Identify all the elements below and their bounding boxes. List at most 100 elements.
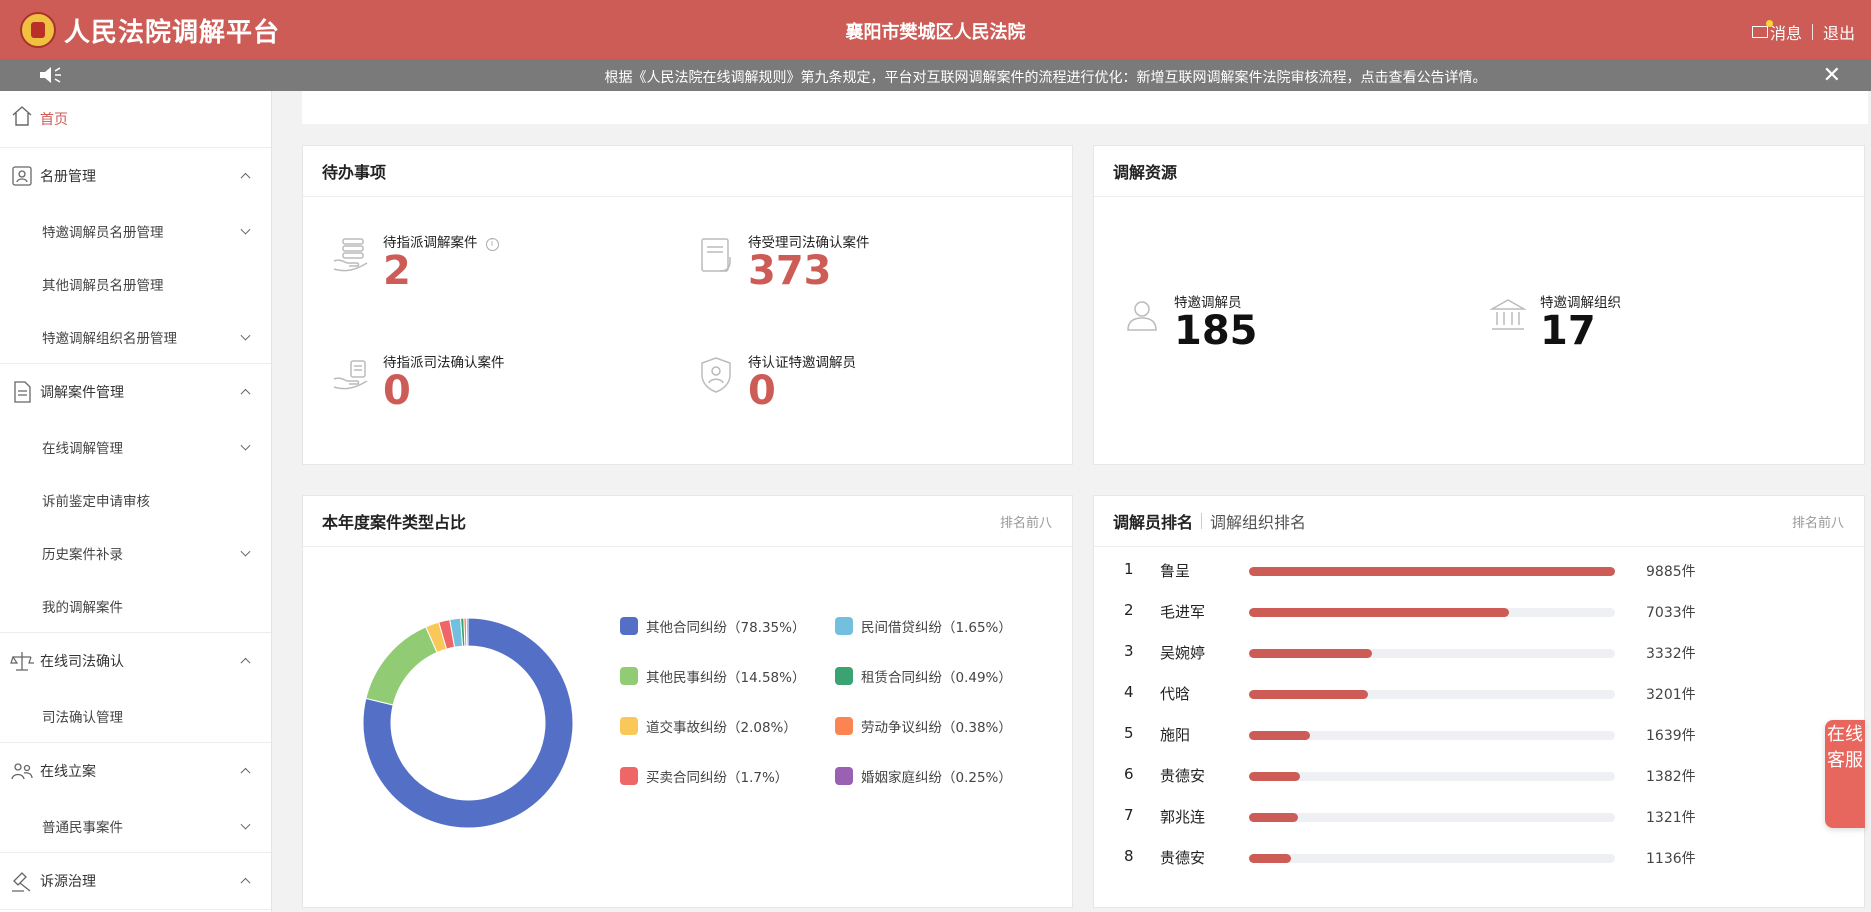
message-icon[interactable] xyxy=(1751,20,1773,38)
rank-bar-track xyxy=(1249,690,1615,699)
sidebar: 首页 名册管理特邀调解员名册管理其他调解员名册管理 特邀调解组织名册管理调解案件管… xyxy=(0,91,272,912)
legend-item[interactable]: 劳动争议纠纷（0.38%） xyxy=(835,716,1012,736)
rank-number: 6 xyxy=(1124,765,1134,783)
tab-mediator-ranking[interactable]: 调解员排名 xyxy=(1113,509,1193,533)
rank-number: 2 xyxy=(1124,601,1134,619)
legend-label: 劳动争议纠纷（0.38%） xyxy=(861,720,1012,736)
sidebar-group-header[interactable]: 在线立案 xyxy=(0,743,271,799)
rank-bar-fill xyxy=(1249,649,1373,658)
case-count: 1382件 xyxy=(1646,769,1696,785)
ranking-list: 1 鲁呈 9885件 2 毛进军 7033件 3 吴婉婷 3332件 4 代晗 3201件 5 施阳 163… xyxy=(1094,550,1864,890)
chevron-up-icon xyxy=(240,388,251,399)
tab-divider xyxy=(1201,513,1203,529)
sidebar-group: 在线司法确认 司法确认管理 xyxy=(0,633,271,743)
person-icon xyxy=(1127,301,1157,331)
rank-bar-track xyxy=(1249,813,1615,822)
legend-label: 其他合同纠纷（78.35%） xyxy=(646,620,806,636)
rank-number: 4 xyxy=(1124,683,1134,701)
sidebar-subitem[interactable]: 我的调解案件 xyxy=(0,579,271,632)
legend-item[interactable]: 民间借贷纠纷（1.65%） xyxy=(835,616,1012,636)
rank-bar-track xyxy=(1249,608,1615,617)
top-eight-label: 排名前八 xyxy=(999,515,1052,531)
roster-icon xyxy=(12,166,32,186)
legend-item[interactable]: 租赁合同纠纷（0.49%） xyxy=(835,666,1012,686)
rank-number: 8 xyxy=(1124,847,1134,865)
gavel-icon xyxy=(12,872,31,892)
rank-bar-track xyxy=(1249,649,1615,658)
rank-bar-fill xyxy=(1249,854,1292,863)
sidebar-subitem[interactable]: 诉前鉴定申请审核 xyxy=(0,473,271,526)
chevron-down-icon xyxy=(240,224,251,235)
sidebar-group: 名册管理特邀调解员名册管理其他调解员名册管理 特邀调解组织名册管理 xyxy=(0,148,271,364)
logout-link[interactable]: 退出 xyxy=(1823,20,1855,44)
mediator-name: 施阳 xyxy=(1160,726,1191,744)
sidebar-group-header[interactable]: 名册管理 xyxy=(0,148,271,204)
ranking-row: 6 贵德安 1382件 xyxy=(1094,755,1864,796)
scales-icon xyxy=(10,652,34,671)
rank-bar-track xyxy=(1249,772,1615,781)
legend-label: 其他民事纠纷（14.58%） xyxy=(646,670,806,686)
sidebar-group-label: 调解案件管理 xyxy=(40,385,124,401)
close-icon[interactable]: ✕ xyxy=(1823,63,1841,88)
tab-organization-ranking[interactable]: 调解组织排名 xyxy=(1210,509,1306,533)
rank-bar-track xyxy=(1249,567,1615,576)
chevron-up-icon xyxy=(240,172,251,183)
top-header: 人民法院调解平台 襄阳市樊城区人民法院 消息 退出 xyxy=(0,0,1871,59)
rank-number: 7 xyxy=(1124,806,1134,824)
mediator-name: 贵德安 xyxy=(1160,767,1206,785)
sidebar-group-header[interactable]: 调解案件管理 xyxy=(0,364,271,420)
case-count: 1321件 xyxy=(1646,810,1696,826)
sidebar-item-home[interactable]: 首页 xyxy=(0,91,271,147)
people-icon xyxy=(11,763,33,780)
case-count: 7033件 xyxy=(1646,605,1696,621)
sidebar-group-label: 在线立案 xyxy=(40,764,96,780)
sidebar-item-label: 诉前鉴定申请审核 xyxy=(42,493,150,510)
legend-item[interactable]: 其他合同纠纷（78.35%） xyxy=(620,616,805,636)
stat-value: 373 xyxy=(748,248,832,294)
messages-link[interactable]: 消息 xyxy=(1770,20,1802,44)
sidebar-subitem[interactable]: 特邀调解员名册管理 xyxy=(0,204,271,257)
sidebar-subitem[interactable]: 历史案件补录 xyxy=(0,526,271,579)
sidebar-subitem[interactable]: 司法确认管理 xyxy=(0,689,271,742)
rank-bar-fill xyxy=(1249,567,1615,576)
todo-card: 待办事项 待指派调解案件 i 2 待受理司法确认案件 373 待指派司法确认案件… xyxy=(302,145,1073,465)
mediator-name: 毛进军 xyxy=(1160,603,1206,621)
ranking-row: 7 郭兆连 1321件 xyxy=(1094,796,1864,837)
online-service-button[interactable]: 在线客服 xyxy=(1825,720,1865,828)
case-count: 9885件 xyxy=(1646,564,1696,580)
legend-item[interactable]: 其他民事纠纷（14.58%） xyxy=(620,666,805,686)
sidebar-subitem[interactable]: 其他调解员名册管理 xyxy=(0,257,271,310)
sidebar-group-header[interactable]: 诉源治理 xyxy=(0,853,271,909)
legend-swatch xyxy=(620,717,638,735)
top-panel xyxy=(302,91,1868,124)
mediator-name: 吴婉婷 xyxy=(1160,644,1206,662)
mediator-name: 鲁呈 xyxy=(1160,562,1191,580)
sidebar-subitem[interactable]: 特邀调解组织名册管理 xyxy=(0,310,271,363)
legend-item[interactable]: 道交事故纠纷（2.08%） xyxy=(620,716,797,736)
sidebar-subitem[interactable]: 在线调解管理 xyxy=(0,420,271,473)
sidebar-item-label: 特邀调解员名册管理 xyxy=(42,224,164,241)
donut-slice[interactable] xyxy=(465,617,469,647)
legend-swatch xyxy=(620,767,638,785)
rank-bar-fill xyxy=(1249,608,1510,617)
sidebar-group-header[interactable]: 在线司法确认 xyxy=(0,633,271,689)
legend-item[interactable]: 婚姻家庭纠纷（0.25%） xyxy=(835,766,1012,786)
sidebar-item-label: 在线调解管理 xyxy=(42,440,123,457)
sidebar-subitem[interactable]: 普通民事案件 xyxy=(0,799,271,852)
ranking-tabs: 调解员排名 调解组织排名 xyxy=(1113,509,1306,533)
legend-item[interactable]: 买卖合同纠纷（1.7%） xyxy=(620,766,788,786)
shield-user-icon xyxy=(701,357,731,393)
card-title: 待办事项 xyxy=(303,146,1072,197)
case-count: 1136件 xyxy=(1646,851,1696,867)
mediator-name: 郭兆连 xyxy=(1160,808,1206,826)
case-count: 3201件 xyxy=(1646,687,1696,703)
notice-text[interactable]: 根据《人民法院在线调解规则》第九条规定，平台对互联网调解案件的流程进行优化：新增… xyxy=(0,67,1871,87)
mediator-name: 贵德安 xyxy=(1160,849,1206,867)
legend-label: 民间借贷纠纷（1.65%） xyxy=(861,620,1012,636)
sidebar-item-label: 我的调解案件 xyxy=(42,599,123,616)
info-icon[interactable]: i xyxy=(485,238,499,251)
rank-number: 3 xyxy=(1124,642,1134,660)
donut-chart[interactable] xyxy=(303,548,603,878)
case-count: 3332件 xyxy=(1646,646,1696,662)
donut-slice[interactable] xyxy=(365,626,438,706)
